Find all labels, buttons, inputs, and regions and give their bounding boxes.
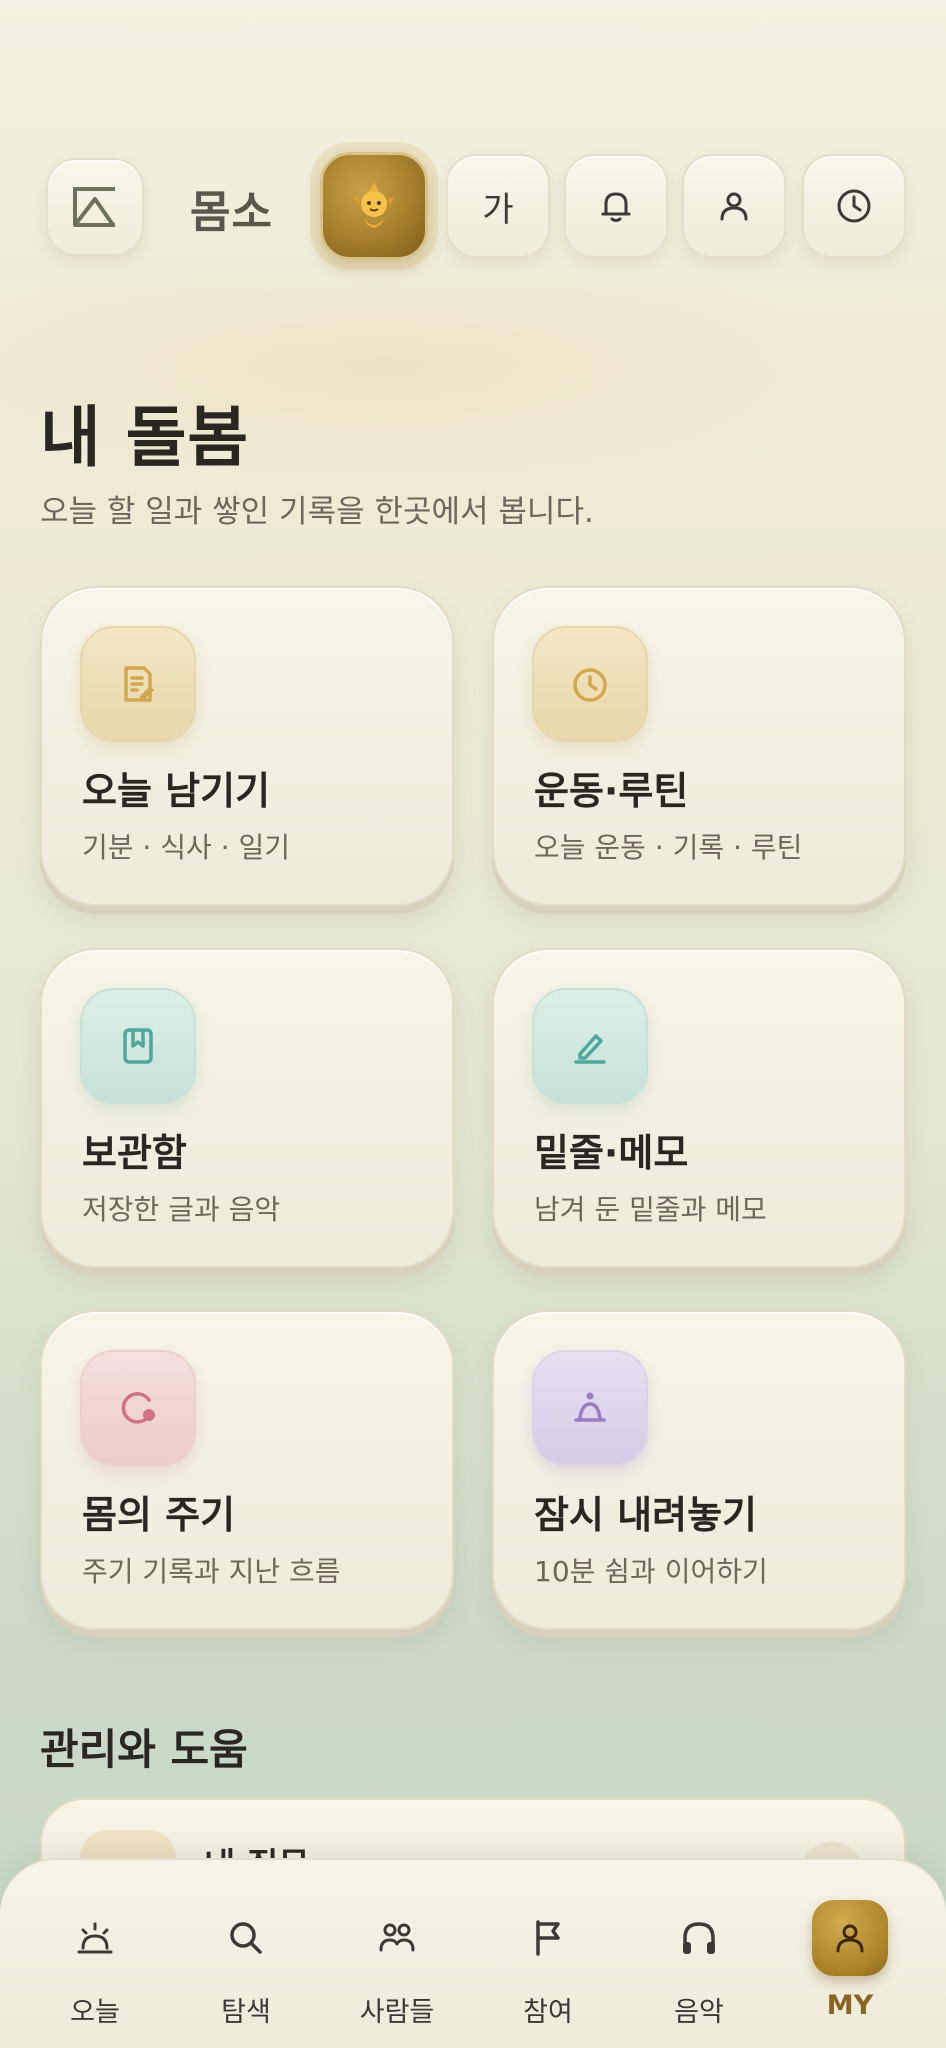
- bottom-tab-bar: 오늘 탐색 사람들 참여 음악 MY: [0, 1858, 946, 2048]
- timer-icon: [573, 668, 607, 702]
- sunrise-icon: [77, 1922, 113, 1954]
- card-subtitle: 기분 · 식사 · 일기: [82, 831, 290, 864]
- person-icon: [720, 192, 748, 221]
- page-title: 내 돌봄: [40, 399, 250, 476]
- card-subtitle: 남겨 둔 밑줄과 메모: [534, 1193, 767, 1226]
- card-icon-box: [532, 626, 648, 742]
- tab-music[interactable]: 음악: [624, 1900, 774, 2030]
- tab-label: 참여: [523, 1997, 573, 2028]
- card-storage[interactable]: 보관함 저장한 글과 음악: [40, 948, 454, 1268]
- mascot-icon: [354, 182, 394, 228]
- profile-button[interactable]: [682, 154, 786, 258]
- card-icon-box: [532, 988, 648, 1104]
- card-title: 보관함: [82, 1131, 187, 1175]
- tab-my[interactable]: MY: [775, 1900, 925, 2030]
- person-icon: [836, 1924, 864, 1953]
- tab-today[interactable]: 오늘: [20, 1900, 170, 2030]
- card-title: 밑줄·메모: [534, 1131, 689, 1175]
- brand-name: 몸소: [190, 187, 273, 238]
- page-subtitle: 오늘 할 일과 쌓인 기록을 한곳에서 봅니다.: [40, 494, 594, 530]
- tab-people[interactable]: 사람들: [322, 1900, 472, 2030]
- tab-label: 탐색: [221, 1997, 271, 2028]
- pencil-icon: [574, 1034, 606, 1064]
- tab-label: 음악: [674, 1997, 724, 2028]
- card-title: 오늘 남기기: [82, 769, 271, 813]
- note-icon: [124, 666, 154, 702]
- app-logo-button[interactable]: [46, 158, 144, 256]
- cycle-icon: [121, 1392, 155, 1424]
- card-title: 운동·루틴: [534, 769, 689, 813]
- people-icon: [379, 1923, 415, 1952]
- card-body-cycle[interactable]: 몸의 주기 주기 기록과 지난 흐름: [40, 1310, 454, 1630]
- tab-label: 오늘: [70, 1997, 120, 2028]
- search-icon: [230, 1922, 262, 1954]
- clock-icon: [837, 189, 871, 223]
- card-underline-memo[interactable]: 밑줄·메모 남겨 둔 밑줄과 메모: [492, 948, 906, 1268]
- bookmark-icon: [123, 1028, 153, 1064]
- card-subtitle: 저장한 글과 음악: [82, 1193, 281, 1226]
- mascot-button[interactable]: [320, 152, 428, 260]
- card-today-record[interactable]: 오늘 남기기 기분 · 식사 · 일기: [40, 586, 454, 906]
- card-icon-box: [80, 1350, 196, 1466]
- card-subtitle: 오늘 운동 · 기록 · 루틴: [534, 831, 803, 864]
- text-size-button[interactable]: 가: [446, 154, 550, 258]
- history-button[interactable]: [802, 154, 906, 258]
- card-take-a-break[interactable]: 잠시 내려놓기 10분 쉼과 이어하기: [492, 1310, 906, 1630]
- tab-label: MY: [826, 1990, 874, 2021]
- headphones-icon: [683, 1922, 715, 1954]
- text-size-label: 가: [482, 189, 514, 230]
- rest-icon: [574, 1392, 606, 1422]
- card-title: 잠시 내려놓기: [534, 1493, 757, 1537]
- card-subtitle: 주기 기록과 지난 흐름: [82, 1555, 341, 1588]
- card-icon-box: [80, 988, 196, 1104]
- tab-label: 사람들: [359, 1997, 435, 2028]
- section-title-management: 관리와 도움: [40, 1725, 248, 1774]
- card-icon-box: [532, 1350, 648, 1466]
- notifications-button[interactable]: [564, 154, 668, 258]
- card-exercise-routine[interactable]: 운동·루틴 오늘 운동 · 기록 · 루틴: [492, 586, 906, 906]
- flag-icon: [536, 1920, 560, 1956]
- card-subtitle: 10분 쉼과 이어하기: [534, 1555, 768, 1588]
- card-title: 몸의 주기: [82, 1493, 236, 1537]
- bell-icon: [601, 192, 631, 222]
- tab-explore[interactable]: 탐색: [171, 1900, 321, 2030]
- card-icon-box: [80, 626, 196, 742]
- tab-participate[interactable]: 참여: [473, 1900, 623, 2030]
- mountain-logo-icon: [73, 187, 115, 227]
